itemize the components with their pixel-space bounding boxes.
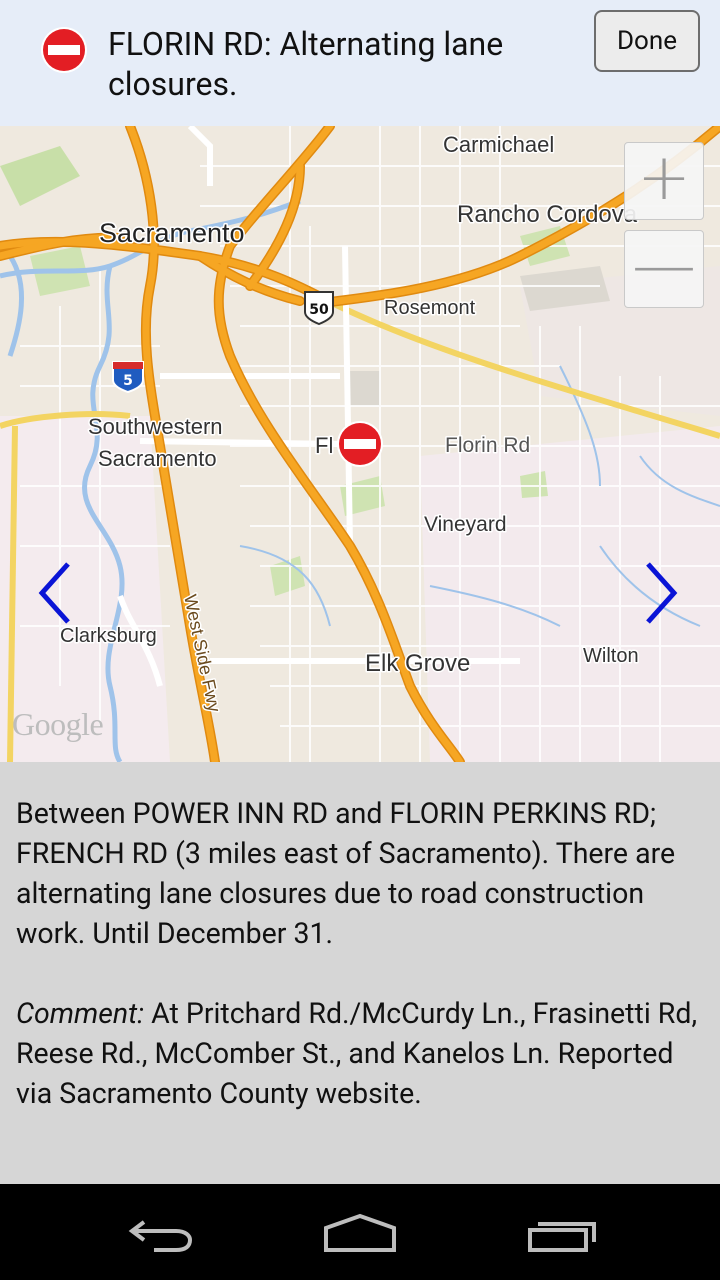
no-entry-icon[interactable]: [337, 421, 383, 467]
label-rosemont: Rosemont: [384, 297, 476, 319]
back-icon[interactable]: [120, 1184, 200, 1280]
map-view[interactable]: 50 5 Carmichael Rancho Cordova Sacrament…: [0, 126, 720, 762]
system-nav-bar: [0, 1184, 720, 1280]
incident-description: Between POWER INN RD and FLORIN PERKINS …: [16, 797, 676, 950]
label-carmichael: Carmichael: [443, 132, 554, 157]
google-attribution: Google: [12, 706, 104, 742]
label-southwestern-sacramento: Sacramento: [98, 446, 217, 471]
us-50-shield: 50: [304, 291, 334, 326]
alert-title: FLORIN RD: Alternating lane closures.: [108, 25, 504, 103]
i-5-shield-label: 5: [123, 373, 133, 389]
zoom-in-button[interactable]: +: [624, 142, 704, 220]
no-entry-icon: [41, 27, 87, 73]
done-button[interactable]: Done: [594, 10, 700, 72]
alert-header: FLORIN RD: Alternating lane closures. Do…: [0, 0, 720, 126]
label-elk-grove: Elk Grove: [365, 650, 470, 677]
zoom-out-button[interactable]: —: [624, 230, 704, 308]
chevron-left-icon[interactable]: [30, 558, 78, 628]
incident-comment: Comment: At Pritchard Rd./McCurdy Ln., F…: [16, 994, 706, 1114]
us-50-shield-label: 50: [309, 302, 329, 318]
label-rancho-cordova: Rancho Cordova: [457, 201, 638, 228]
home-icon[interactable]: [320, 1184, 400, 1280]
recents-icon[interactable]: [522, 1184, 602, 1280]
label-southwestern: Southwestern: [88, 414, 223, 439]
chevron-right-icon[interactable]: [638, 558, 686, 628]
incident-details: Between POWER INN RD and FLORIN PERKINS …: [0, 762, 720, 1184]
label-clarksburg: Clarksburg: [60, 625, 157, 647]
label-florin-rd: Florin Rd: [445, 434, 530, 457]
i-5-shield: 5: [112, 361, 144, 394]
label-wilton: Wilton: [583, 645, 639, 667]
label-sacramento: Sacramento: [99, 218, 245, 248]
map-canvas[interactable]: 50 5 Carmichael Rancho Cordova Sacrament…: [0, 126, 720, 762]
comment-label: Comment:: [16, 997, 145, 1030]
label-vineyard: Vineyard: [424, 513, 507, 536]
label-florin-partial: Fl: [315, 433, 333, 458]
